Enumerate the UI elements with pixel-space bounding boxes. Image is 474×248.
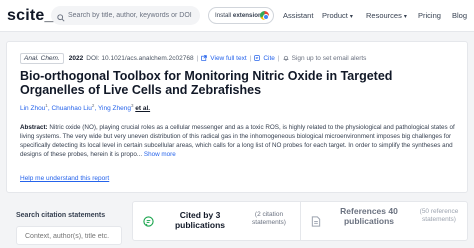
view-full-text-link[interactable]: View full text: [210, 55, 246, 62]
cited-by-label: Cited by 3 publications: [174, 210, 226, 230]
speech-bubble-icon: [143, 214, 154, 232]
author-affiliation-number: 3: [130, 103, 134, 108]
email-alerts-link[interactable]: Sign up to set email alerts: [292, 55, 367, 62]
top-navigation-bar: scite_ Install extension! Assistant Prod…: [0, 0, 474, 32]
cite-button[interactable]: Cite: [263, 55, 275, 62]
abstract-text: Nitric oxide (NO), playing crucial roles…: [20, 124, 455, 158]
nav-blog-label: Blog: [452, 11, 468, 20]
global-search-input[interactable]: [68, 8, 196, 23]
abstract: Abstract: Nitric oxide (NO), playing cru…: [20, 123, 460, 159]
nav-blog[interactable]: Blog: [452, 11, 467, 20]
global-search-box[interactable]: [51, 6, 200, 25]
chevron-down-icon: ▾: [403, 14, 407, 20]
quote-icon: [254, 54, 261, 63]
nav-product-label: Product: [322, 11, 348, 20]
references-statements: (50 reference statements): [419, 208, 459, 223]
tab-cited-by[interactable]: Cited by 3 publications (2 citation stat…: [133, 202, 301, 240]
paper-meta-row: Anal. Chem. 2022 DOI: 10.1021/acs.analch…: [20, 53, 366, 64]
author-name: Lin Zhou: [20, 105, 46, 113]
scite-logo[interactable]: scite_: [7, 7, 54, 25]
author-affiliation-number: 2: [91, 103, 95, 108]
author-link[interactable]: Chuanhao Liu2: [51, 103, 95, 113]
author-link[interactable]: Ying Zheng3: [97, 103, 134, 113]
author-list: Lin Zhou1, Chuanhao Liu2, Ying Zheng3 et…: [20, 103, 151, 113]
meta-divider: |: [196, 55, 199, 62]
meta-divider: |: [277, 55, 280, 62]
publication-year: 2022: [68, 55, 84, 62]
author-name: Ying Zheng: [97, 105, 131, 113]
citation-search-box[interactable]: [16, 226, 122, 245]
journal-badge: Anal. Chem.: [20, 53, 64, 64]
show-more-link[interactable]: Show more: [144, 151, 176, 158]
bell-icon: [283, 55, 289, 63]
citation-search-title: Search citation statements: [16, 212, 106, 219]
external-link-icon: [201, 54, 208, 63]
chrome-icon: [260, 11, 269, 20]
citation-tabs: Cited by 3 publications (2 citation stat…: [132, 201, 468, 241]
nav-resources[interactable]: Resources ▾: [366, 11, 407, 20]
references-label: References 40 publications: [340, 206, 398, 226]
paper-card: Anal. Chem. 2022 DOI: 10.1021/acs.analch…: [6, 41, 468, 193]
tab-references[interactable]: References 40 publications (50 reference…: [301, 202, 467, 240]
help-understand-report-link[interactable]: Help me understand this report: [20, 175, 109, 182]
cited-by-statements: (2 citation statements): [252, 211, 286, 226]
doi-text: DOI: 10.1021/acs.analchem.2c02768: [86, 55, 194, 62]
paper-title: Bio-orthogonal Toolbox for Monitoring Ni…: [20, 69, 393, 97]
document-icon: [311, 214, 321, 232]
nav-pricing[interactable]: Pricing: [418, 11, 441, 20]
nav-assistant-label: Assistant: [283, 11, 314, 20]
author-link[interactable]: Lin Zhou1: [20, 103, 48, 113]
nav-product[interactable]: Product ▾: [322, 11, 353, 20]
author-name: Chuanhao Liu: [51, 105, 92, 113]
chevron-down-icon: ▾: [349, 14, 353, 20]
install-extension-prefix: Install: [215, 12, 233, 19]
abstract-label: Abstract:: [20, 124, 48, 131]
nav-resources-label: Resources: [366, 11, 402, 20]
citation-search-input[interactable]: [25, 230, 119, 242]
meta-divider: |: [249, 55, 252, 62]
nav-pricing-label: Pricing: [418, 11, 441, 20]
install-extension-button[interactable]: Install extension!: [208, 7, 274, 24]
search-icon: [57, 9, 65, 27]
nav-assistant[interactable]: Assistant: [283, 11, 313, 20]
et-al-link[interactable]: et al.: [135, 105, 150, 112]
author-affiliation-number: 1: [45, 103, 48, 108]
